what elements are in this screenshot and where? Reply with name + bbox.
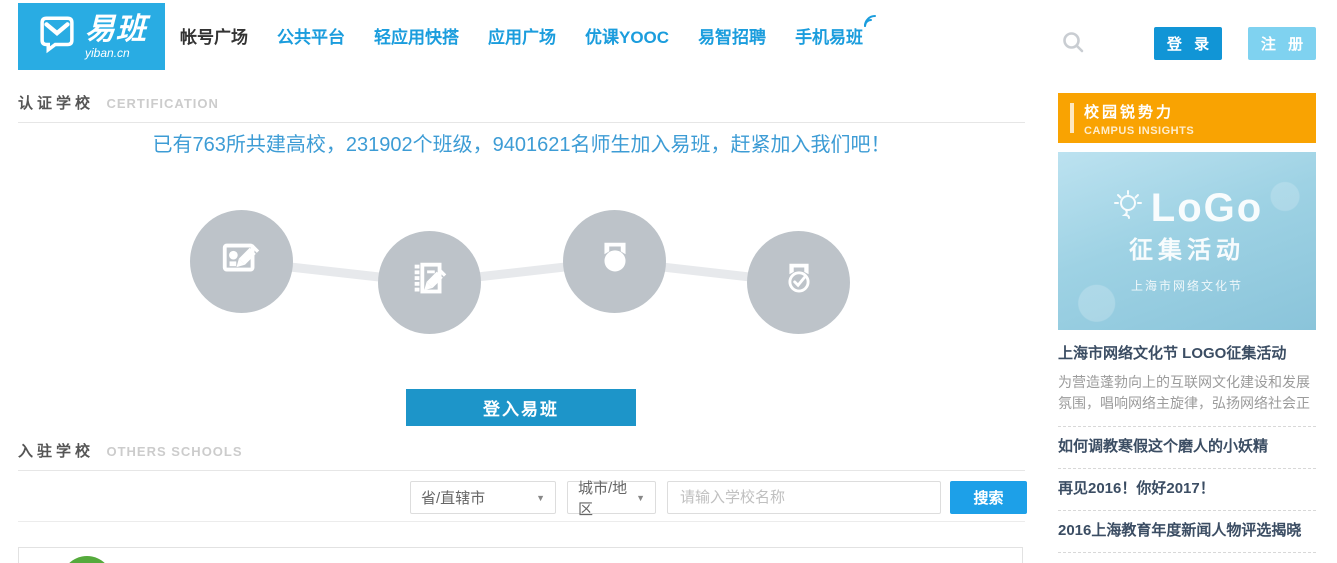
sidebar-title-cn: 校园锐势力 [1084,101,1316,122]
certification-title-en: CERTIFICATION [106,96,218,111]
sidebar-title-en: CAMPUS INSIGHTS [1084,125,1316,137]
nav-item-public-platform[interactable]: 公共平台 [277,23,345,48]
banner-subtitle: 征集活动 [1129,230,1245,265]
sidebar-header: 校园锐势力 CAMPUS INSIGHTS [1058,93,1316,143]
nav-item-mobile[interactable]: 手机易班 [795,23,863,48]
brand-domain: yiban.cn [85,47,147,59]
step-circle-fill-info [378,231,481,334]
signal-icon [863,13,877,33]
school-list-card [18,547,1023,563]
medal-icon [592,236,638,287]
news-desc: 为营造蓬勃向上的互联网文化建设和发展氛围，唱响网络主旋律，弘扬网络社会正 [1058,372,1316,414]
news-title: 如何调教寒假这个磨人的小妖精 [1058,438,1316,456]
yiban-logo[interactable]: 易班 yiban.cn [18,3,165,70]
certification-section-heading: 认证学校 CERTIFICATION [18,92,1025,123]
news-item[interactable]: 上海市网络文化节 LOGO征集活动 为营造蓬勃向上的互联网文化建设和发展氛围，唱… [1058,334,1316,427]
city-select[interactable]: 城市/地区 ▼ [567,481,656,514]
nav-item-yooc[interactable]: 优课YOOC [585,23,669,48]
city-select-value: 城市/地区 [578,477,628,519]
news-item[interactable]: 春节要来了！你准备好回家了吗？ [1058,553,1316,563]
news-title: 2016上海教育年度新闻人物评选揭晓 [1058,522,1316,540]
section-divider [18,521,1025,522]
province-select-value: 省/直辖市 [421,487,485,508]
yiban-logo-icon [36,13,78,60]
news-list: 上海市网络文化节 LOGO征集活动 为营造蓬勃向上的互联网文化建设和发展氛围，唱… [1058,334,1316,563]
banner-logo-text: LoGo [1151,188,1263,228]
others-title-cn: 入驻学校 [18,443,94,460]
news-title: 再见2016！你好2017！ [1058,480,1316,498]
login-button[interactable]: 登 录 [1154,27,1222,60]
register-button[interactable]: 注 册 [1248,27,1316,60]
chevron-down-icon: ▼ [636,493,645,503]
nav-item-account-plaza[interactable]: 帐号广场 [180,23,248,48]
nav-item-light-apps[interactable]: 轻应用快搭 [374,23,459,48]
nav-item-recruit[interactable]: 易智招聘 [698,23,766,48]
enter-yiban-button[interactable]: 登入易班 [406,389,636,426]
main-nav: 帐号广场 公共平台 轻应用快搭 应用广场 优课YOOC 易智招聘 手机易班 [180,0,863,70]
step-circle-medal [563,210,666,313]
banner-caption: 上海市网络文化节 [1131,277,1243,294]
news-item[interactable]: 如何调教寒假这个磨人的小妖精 [1058,427,1316,469]
brand-name: 易班 [85,15,147,45]
logo-text: 易班 yiban.cn [85,15,147,59]
news-item[interactable]: 2016上海教育年度新闻人物评选揭晓 [1058,511,1316,553]
search-button[interactable]: 搜索 [950,481,1027,514]
chevron-down-icon: ▼ [536,493,545,503]
news-title: 上海市网络文化节 LOGO征集活动 [1058,345,1316,363]
step-circle-verified [747,231,850,334]
others-title-en: OTHERS SCHOOLS [106,444,242,459]
others-section-heading: 入驻学校 OTHERS SCHOOLS [18,440,1025,471]
certificate-edit-icon [219,236,265,287]
medal-check-icon [776,257,822,308]
nav-item-mobile-label: 手机易班 [795,28,863,47]
nav-item-app-plaza[interactable]: 应用广场 [488,23,556,48]
form-edit-icon [407,257,453,308]
page-root: 易班 yiban.cn 帐号广场 公共平台 轻应用快搭 应用广场 优课YOOC … [0,0,1337,563]
sidebar-header-accent-bar [1070,103,1074,133]
step-circle-register [190,210,293,313]
sidebar: 校园锐势力 CAMPUS INSIGHTS LoGo [1058,93,1316,143]
news-item[interactable]: 再见2016！你好2017！ [1058,469,1316,511]
campaign-banner[interactable]: LoGo 征集活动 上海市网络文化节 [1058,152,1316,330]
search-icon[interactable] [1061,30,1085,54]
certification-title-cn: 认证学校 [18,95,94,112]
lightbulb-icon [1111,189,1145,228]
join-stats-text: 已有763所共建高校，231902个班级，9401621名师生加入易班，赶紧加入… [18,128,1025,157]
province-select[interactable]: 省/直辖市 ▼ [410,481,556,514]
school-name-input[interactable] [667,481,941,514]
